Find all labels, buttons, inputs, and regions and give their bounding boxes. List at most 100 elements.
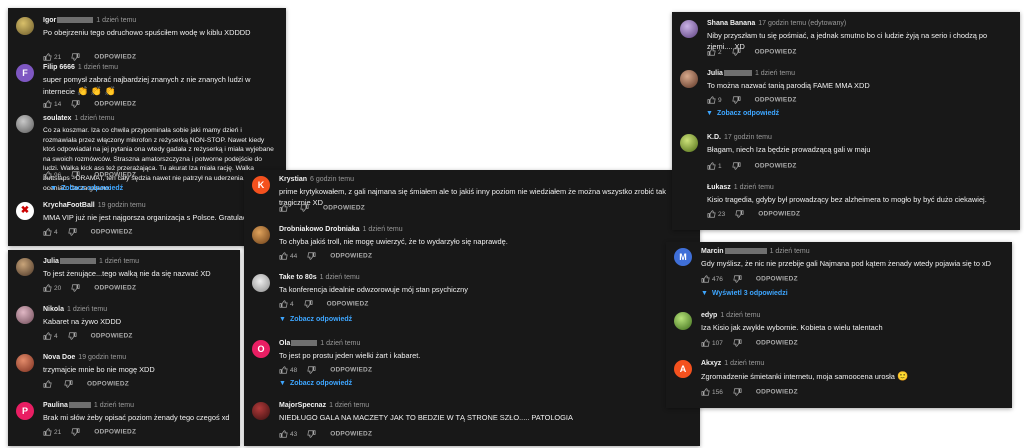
comment-author[interactable]: Marcin — [701, 248, 724, 255]
dislike-icon[interactable] — [68, 332, 77, 340]
comment-time[interactable]: 1 dzień temu — [320, 340, 360, 347]
reply-button[interactable]: ODPOWIEDZ — [91, 229, 133, 236]
reply-button[interactable]: ODPOWIEDZ — [323, 205, 365, 212]
dislike-icon[interactable] — [71, 428, 80, 436]
dislike-icon[interactable] — [307, 430, 316, 438]
comment-time[interactable]: 1 dzień temu — [770, 248, 810, 255]
reply-button[interactable]: ODPOWIEDZ — [91, 333, 133, 340]
like-icon[interactable] — [43, 53, 52, 61]
comment-author[interactable]: edyp — [701, 312, 717, 319]
avatar[interactable] — [16, 354, 34, 372]
avatar[interactable] — [680, 70, 698, 88]
avatar[interactable]: K — [252, 176, 270, 194]
comment-time[interactable]: 1 dzień temu — [720, 312, 760, 319]
reply-button[interactable]: ODPOWIEDZ — [94, 101, 136, 108]
comment-time[interactable]: 1 dzień temu — [78, 64, 118, 71]
comment-author[interactable]: Shana Banana — [707, 20, 755, 27]
comment-author[interactable]: soulatex — [43, 115, 71, 122]
like-icon[interactable] — [707, 48, 716, 56]
comment-author[interactable]: KrychaFootBall — [43, 202, 95, 209]
avatar[interactable]: F — [16, 64, 34, 82]
comment-time[interactable]: 17 godzin temu (edytowany) — [758, 20, 846, 27]
like-icon[interactable] — [43, 284, 52, 292]
comment-time[interactable]: 1 dzień temu — [734, 184, 774, 191]
like-icon[interactable] — [43, 171, 52, 179]
like-icon[interactable] — [701, 275, 710, 283]
dislike-icon[interactable] — [71, 100, 80, 108]
reply-button[interactable]: ODPOWIEDZ — [755, 163, 797, 170]
dislike-icon[interactable] — [64, 380, 73, 388]
view-replies-link[interactable]: ▼ Zobacz odpowiedź — [279, 380, 352, 387]
like-icon[interactable] — [279, 204, 288, 212]
like-icon[interactable] — [43, 428, 52, 436]
dislike-icon[interactable] — [732, 48, 741, 56]
comment-author[interactable]: Filip 6666 — [43, 64, 75, 71]
dislike-icon[interactable] — [68, 228, 77, 236]
avatar[interactable] — [16, 306, 34, 324]
comment-author[interactable]: Julia — [707, 70, 723, 77]
view-replies-link[interactable]: ▼ Zobacz odpowiedź — [279, 316, 352, 323]
comment-author[interactable]: Krystian — [279, 176, 307, 183]
like-icon[interactable] — [701, 339, 710, 347]
comment-author[interactable]: K.D. — [707, 134, 721, 141]
comment-author[interactable]: Ola — [279, 340, 290, 347]
avatar[interactable] — [252, 226, 270, 244]
reply-button[interactable]: ODPOWIEDZ — [756, 340, 798, 347]
comment-author[interactable]: Łukasz — [707, 184, 731, 191]
comment-time[interactable]: 1 dzień temu — [74, 115, 114, 122]
avatar[interactable]: A — [674, 360, 692, 378]
avatar[interactable] — [16, 258, 34, 276]
like-icon[interactable] — [43, 332, 52, 340]
like-icon[interactable] — [43, 100, 52, 108]
view-replies-link[interactable]: ▼ Zobacz odpowiedź — [50, 185, 123, 192]
like-icon[interactable] — [279, 300, 288, 308]
comment-time[interactable]: 1 dzień temu — [320, 274, 360, 281]
avatar[interactable]: ✖ — [16, 202, 34, 220]
comment-time[interactable]: 1 dzień temu — [724, 360, 764, 367]
reply-button[interactable]: ODPOWIEDZ — [330, 367, 372, 374]
dislike-icon[interactable] — [733, 275, 742, 283]
reply-button[interactable]: ODPOWIEDZ — [94, 54, 136, 61]
dislike-icon[interactable] — [307, 252, 316, 260]
dislike-icon[interactable] — [300, 204, 309, 212]
comment-time[interactable]: 19 godzin temu — [78, 354, 126, 361]
comment-time[interactable]: 1 dzień temu — [96, 17, 136, 24]
comment-author[interactable]: Drobniakowo Drobniaka — [279, 226, 360, 233]
comment-author[interactable]: Take to 80s — [279, 274, 317, 281]
comment-author[interactable]: MajorSpecnaz — [279, 402, 326, 409]
reply-button[interactable]: ODPOWIEDZ — [758, 211, 800, 218]
view-replies-link[interactable]: ▼ Zobacz odpowiedź — [706, 110, 779, 117]
like-icon[interactable] — [707, 162, 716, 170]
comment-time[interactable]: 1 dzień temu — [99, 258, 139, 265]
view-replies-link[interactable]: ▼ Wyświetl 3 odpowiedzi — [701, 290, 788, 297]
like-icon[interactable] — [43, 228, 52, 236]
dislike-icon[interactable] — [733, 388, 742, 396]
avatar[interactable] — [680, 184, 698, 202]
dislike-icon[interactable] — [733, 339, 742, 347]
comment-author[interactable]: Nova Doe — [43, 354, 75, 361]
comment-time[interactable]: 1 dzień temu — [363, 226, 403, 233]
dislike-icon[interactable] — [71, 171, 80, 179]
avatar[interactable]: P — [16, 402, 34, 420]
comment-author[interactable]: Akxyz — [701, 360, 721, 367]
avatar[interactable] — [16, 115, 34, 133]
like-icon[interactable] — [279, 366, 288, 374]
avatar[interactable] — [674, 312, 692, 330]
reply-button[interactable]: ODPOWIEDZ — [755, 97, 797, 104]
comment-author[interactable]: Julia — [43, 258, 59, 265]
dislike-icon[interactable] — [304, 300, 313, 308]
comment-author[interactable]: Igor — [43, 17, 56, 24]
avatar[interactable] — [680, 20, 698, 38]
dislike-icon[interactable] — [735, 210, 744, 218]
like-icon[interactable] — [701, 388, 710, 396]
comment-author[interactable]: Paulina — [43, 402, 68, 409]
reply-button[interactable]: ODPOWIEDZ — [330, 253, 372, 260]
reply-button[interactable]: ODPOWIEDZ — [94, 172, 136, 179]
comment-author[interactable]: Nikola — [43, 306, 64, 313]
like-icon[interactable] — [279, 430, 288, 438]
dislike-icon[interactable] — [71, 53, 80, 61]
comment-time[interactable]: 1 dzień temu — [94, 402, 134, 409]
comment-time[interactable]: 17 godzin temu — [724, 134, 772, 141]
dislike-icon[interactable] — [732, 162, 741, 170]
comment-time[interactable]: 6 godzin temu — [310, 176, 354, 183]
